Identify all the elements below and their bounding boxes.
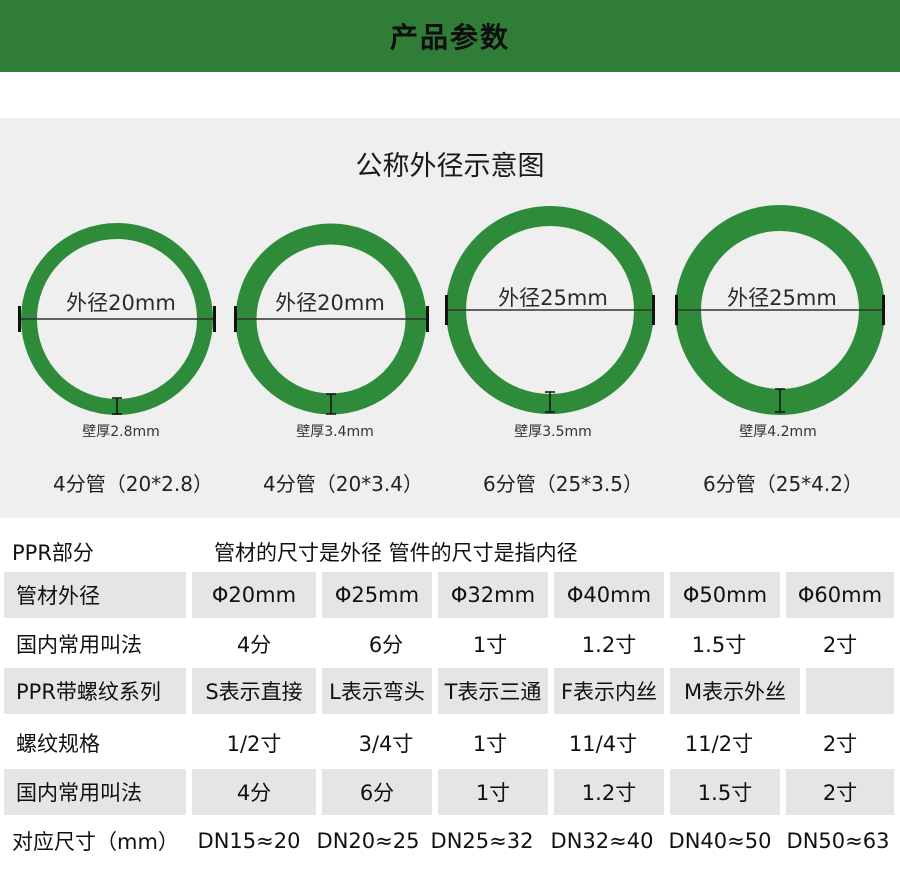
table-cell: S表示直接 bbox=[192, 668, 316, 714]
table-cell: 1/2寸 bbox=[226, 732, 282, 756]
row-label: 国内常用叫法 bbox=[16, 633, 142, 657]
pipe-name: 6分管（25*3.5） bbox=[483, 472, 643, 496]
table-cell: 3/4寸 bbox=[358, 732, 414, 756]
table-cell: 1.2寸 bbox=[554, 769, 664, 815]
table-cell: 1.5寸 bbox=[691, 633, 747, 657]
section-label: PPR部分 bbox=[12, 541, 94, 565]
row-label: 对应尺寸（mm） bbox=[12, 830, 179, 854]
table-row: 国内常用叫法 4分 6分 1寸 1.2寸 1.5寸 2寸 bbox=[0, 769, 900, 815]
table-cell: 2寸 bbox=[822, 633, 858, 657]
page-title: 产品参数 bbox=[389, 21, 510, 54]
table-cell: DN25≈32 bbox=[430, 829, 534, 853]
table-cell: DN32≈40 bbox=[550, 829, 654, 853]
pipe-ring-4: 外径25mm 壁厚4.2mm bbox=[675, 205, 885, 440]
table-cell: L表示弯头 bbox=[322, 668, 432, 714]
table-cell: M表示外丝 bbox=[670, 668, 800, 714]
section-note: 管材的尺寸是外径 管件的尺寸是指内径 bbox=[214, 541, 578, 565]
od-end-right bbox=[426, 306, 429, 332]
page-header: 产品参数 bbox=[0, 0, 900, 72]
table-cell: Φ25mm bbox=[322, 572, 432, 618]
table-cell: 11/4寸 bbox=[568, 732, 638, 756]
pipe-name: 6分管（25*4.2） bbox=[703, 472, 863, 496]
od-end-left bbox=[675, 295, 678, 325]
table-cell: Φ60mm bbox=[786, 572, 894, 618]
table-cell: Φ40mm bbox=[554, 572, 664, 618]
od-label: 外径20mm bbox=[66, 291, 176, 315]
table-cell: 1寸 bbox=[472, 732, 508, 756]
od-end-right bbox=[882, 295, 885, 325]
od-label: 外径25mm bbox=[498, 286, 608, 310]
wall-label: 壁厚3.4mm bbox=[296, 424, 374, 440]
table-cell: 4分 bbox=[192, 769, 316, 815]
table-cell: 2寸 bbox=[822, 732, 858, 756]
table-cell: 6分 bbox=[368, 633, 404, 657]
pipe-ring-3: 外径25mm 壁厚3.5mm bbox=[445, 206, 655, 440]
wall-label: 壁厚4.2mm bbox=[739, 424, 817, 440]
table-cell: Φ50mm bbox=[670, 572, 780, 618]
table-section-row: PPR部分 管材的尺寸是外径 管件的尺寸是指内径 bbox=[0, 532, 900, 572]
od-end-right bbox=[213, 306, 216, 332]
od-end-right bbox=[652, 295, 655, 325]
table-cell: 1寸 bbox=[472, 633, 508, 657]
pipe-ring-2: 外径20mm 壁厚3.4mm bbox=[234, 223, 429, 440]
table-cell-empty bbox=[806, 668, 894, 714]
table-cell: F表示内丝 bbox=[554, 668, 664, 714]
pipe-name: 4分管（20*2.8） bbox=[53, 472, 213, 496]
pipe-diameter-diagram: 公称外径示意图 外径20mm 壁厚2.8mm 外径20mm 壁厚3.4mm 外径… bbox=[0, 118, 900, 518]
od-label: 外径25mm bbox=[727, 286, 837, 310]
table-row: PPR带螺纹系列 S表示直接 L表示弯头 T表示三通 F表示内丝 M表示外丝 bbox=[0, 668, 900, 714]
table-cell: DN20≈25 bbox=[316, 829, 420, 853]
table-row: 国内常用叫法 4分 6分 1寸 1.2寸 1.5寸 2寸 bbox=[0, 621, 900, 667]
table-cell: 1.2寸 bbox=[581, 633, 637, 657]
table-cell: T表示三通 bbox=[438, 668, 548, 714]
pipe-rings-svg: 外径20mm 壁厚2.8mm 外径20mm 壁厚3.4mm 外径25mm 壁厚3… bbox=[18, 205, 885, 440]
row-label: 螺纹规格 bbox=[16, 732, 100, 756]
od-label: 外径20mm bbox=[275, 291, 385, 315]
od-end-left bbox=[445, 295, 448, 325]
table-cell: DN50≈63 bbox=[786, 829, 890, 853]
table-cell: 2寸 bbox=[786, 769, 894, 815]
od-end-left bbox=[18, 306, 21, 332]
table-cell: DN40≈50 bbox=[668, 829, 772, 853]
wall-label: 壁厚3.5mm bbox=[514, 424, 592, 440]
pipe-ring-1: 外径20mm 壁厚2.8mm bbox=[18, 223, 216, 440]
row-label: PPR带螺纹系列 bbox=[4, 668, 186, 714]
table-row: 螺纹规格 1/2寸 3/4寸 1寸 11/4寸 11/2寸 2寸 bbox=[0, 720, 900, 766]
table-cell: DN15≈20 bbox=[197, 829, 301, 853]
table-cell: Φ32mm bbox=[438, 572, 548, 618]
table-cell: Φ20mm bbox=[192, 572, 316, 618]
table-row: 对应尺寸（mm） DN15≈20 DN20≈25 DN25≈32 DN32≈40… bbox=[0, 818, 900, 864]
row-label: 国内常用叫法 bbox=[4, 769, 186, 815]
wall-label: 壁厚2.8mm bbox=[82, 424, 160, 440]
table-cell: 1寸 bbox=[438, 769, 548, 815]
pipe-name: 4分管（20*3.4） bbox=[263, 472, 423, 496]
table-cell: 6分 bbox=[322, 769, 432, 815]
table-row: 管材外径 Φ20mm Φ25mm Φ32mm Φ40mm Φ50mm Φ60mm bbox=[0, 572, 900, 618]
row-label: 管材外径 bbox=[4, 572, 186, 618]
table-cell: 4分 bbox=[236, 633, 272, 657]
od-end-left bbox=[234, 306, 237, 332]
table-cell: 11/2寸 bbox=[684, 732, 754, 756]
table-cell: 1.5寸 bbox=[670, 769, 780, 815]
